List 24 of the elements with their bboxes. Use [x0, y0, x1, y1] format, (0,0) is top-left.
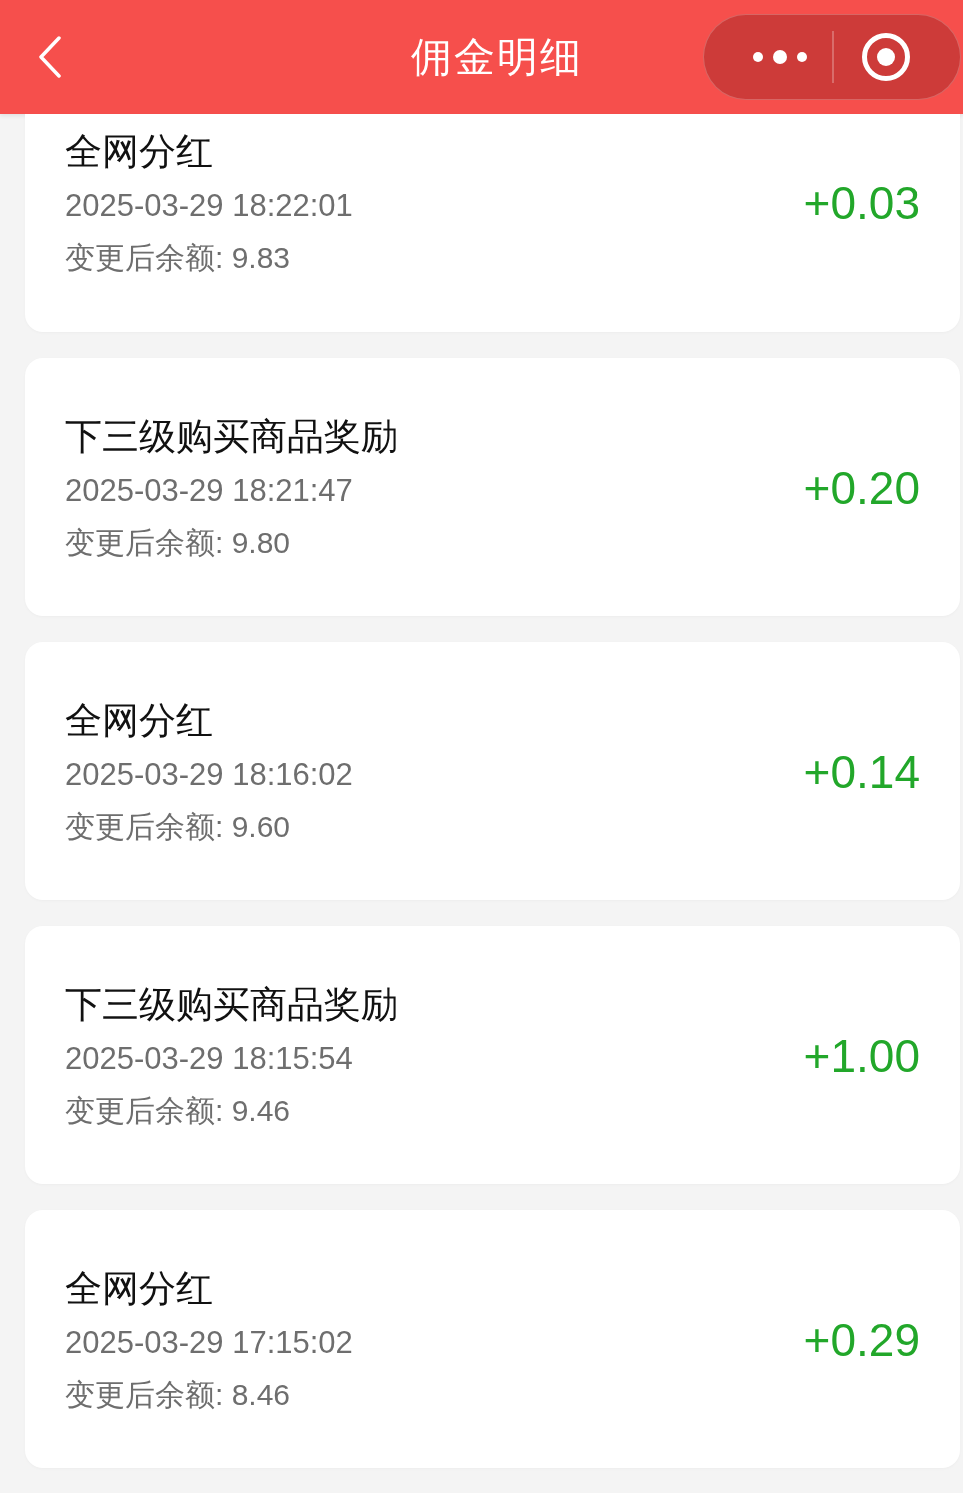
page-title: 佣金明细: [410, 32, 583, 82]
amount: +0.03: [803, 177, 920, 229]
balance-after: 变更后余额: 9.80: [65, 525, 292, 561]
target-icon: [861, 32, 911, 82]
record-type: 全网分红: [65, 699, 214, 743]
balance-after: 变更后余额: 9.60: [65, 809, 292, 845]
record-type: 全网分红: [65, 130, 214, 174]
balance-after: 变更后余额: 9.46: [65, 1093, 292, 1129]
record-type: 全网分红: [65, 1267, 214, 1311]
back-icon: [38, 36, 62, 78]
amount: +0.29: [803, 1314, 920, 1366]
amount: +1.00: [803, 1030, 920, 1082]
more-icon: [752, 50, 808, 64]
record-time: 2025-03-29 17:15:02: [65, 1324, 354, 1362]
amount: +0.14: [803, 746, 920, 798]
record-type: 下三级购买商品奖励: [65, 983, 399, 1027]
balance-after: 变更后余额: 8.46: [65, 1377, 292, 1413]
record-type: 下三级购买商品奖励: [65, 415, 399, 459]
record-time: 2025-03-29 18:22:01: [65, 187, 354, 225]
record-time: 2025-03-29 18:21:47: [65, 472, 354, 510]
balance-after: 变更后余额: 9.83: [65, 240, 292, 276]
record-time: 2025-03-29 18:15:54: [65, 1040, 354, 1078]
record-time: 2025-03-29 18:16:02: [65, 756, 354, 794]
amount: +0.20: [803, 462, 920, 514]
